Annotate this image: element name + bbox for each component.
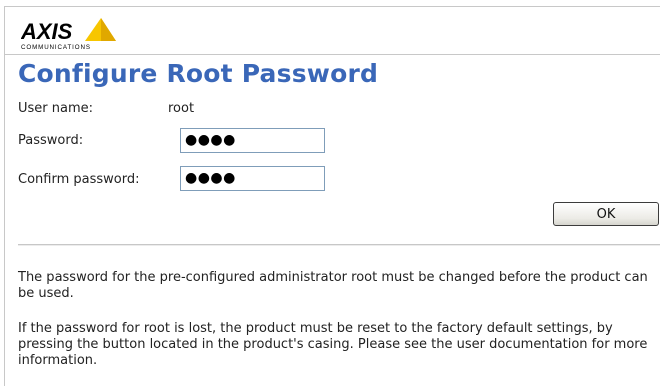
info-paragraph-2: If the password for root is lost, the pr… bbox=[18, 321, 648, 368]
username-value: root bbox=[168, 101, 195, 116]
password-label: Password: bbox=[18, 133, 84, 148]
header-bar: AXIS COMMUNICATIONS bbox=[5, 7, 660, 55]
confirm-password-field[interactable]: ●●●● bbox=[180, 166, 325, 191]
logo-triangle-shade bbox=[101, 18, 116, 41]
logo-subtext: COMMUNICATIONS bbox=[21, 44, 91, 51]
ok-button[interactable]: OK bbox=[553, 202, 659, 226]
logo-text: AXIS bbox=[21, 19, 73, 44]
page-title: Configure Root Password bbox=[18, 59, 379, 88]
axis-logo: AXIS COMMUNICATIONS bbox=[21, 18, 116, 51]
password-field[interactable]: ●●●● bbox=[180, 128, 325, 153]
info-paragraph-1: The password for the pre-configured admi… bbox=[18, 270, 648, 301]
divider bbox=[18, 244, 660, 246]
username-label: User name: bbox=[18, 101, 94, 116]
confirm-password-label: Confirm password: bbox=[18, 172, 140, 187]
